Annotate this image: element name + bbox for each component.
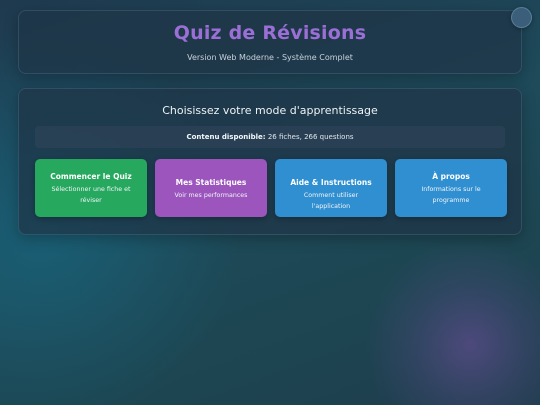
- mode-selection-panel: Choisissez votre mode d'apprentissage Co…: [18, 88, 522, 235]
- content-value: 26 fiches, 266 questions: [267, 133, 354, 141]
- statistics-label: Mes Statistiques: [175, 178, 247, 187]
- about-button[interactable]: À propos Informations sur le programme: [395, 159, 507, 217]
- about-label: À propos: [432, 172, 470, 181]
- page-title: Quiz de Révisions: [173, 22, 367, 44]
- help-button[interactable]: Aide & Instructions Comment utiliser l'a…: [275, 159, 387, 217]
- start-quiz-label: Commencer le Quiz: [50, 172, 132, 181]
- theme-toggle-button[interactable]: [511, 7, 532, 28]
- start-quiz-description: Sélectionner une fiche et réviser: [51, 186, 131, 204]
- about-description: Informations sur le programme: [421, 186, 481, 204]
- page-subtitle: Version Web Moderne - Système Complet: [187, 53, 353, 62]
- mode-heading: Choisissez votre mode d'apprentissage: [162, 104, 378, 117]
- help-label: Aide & Instructions: [290, 178, 372, 187]
- start-quiz-button[interactable]: Commencer le Quiz Sélectionner une fiche…: [35, 159, 147, 217]
- content-label: Contenu disponible:: [186, 133, 266, 141]
- statistics-description: Voir mes performances: [174, 192, 248, 199]
- help-description: Comment utiliser l'application: [303, 192, 359, 210]
- header-panel: Quiz de Révisions Version Web Moderne - …: [18, 10, 522, 74]
- statistics-button[interactable]: Mes Statistiques Voir mes performances: [155, 159, 267, 217]
- content-info-bar: Contenu disponible: 26 fiches, 266 quest…: [35, 126, 505, 148]
